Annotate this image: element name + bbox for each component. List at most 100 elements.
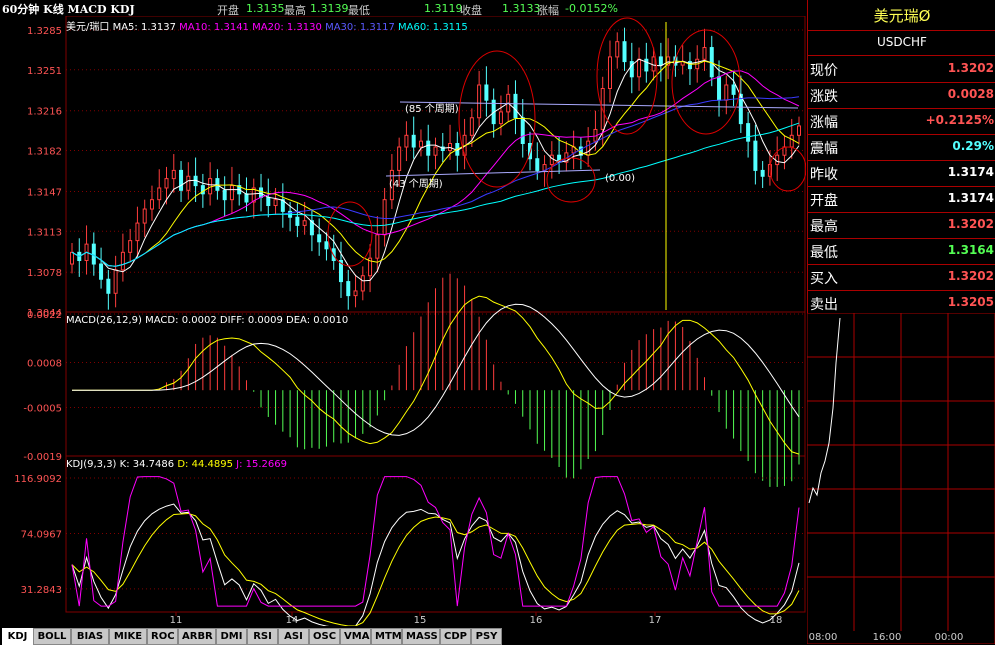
price-tick-label: 1.3182 (27, 147, 62, 158)
quote-panel: 美元瑞Ø USDCHF 现价 1.3202 涨跌 0.0028 涨幅 +0.2125% 震幅… (807, 0, 995, 317)
quote-row: 开盘 1.3174 (808, 186, 995, 213)
candle-body (520, 117, 525, 145)
tab-mass[interactable]: MASS (402, 628, 440, 645)
tab-asi[interactable]: ASI (278, 628, 309, 645)
quote-row-value: 0.29% (952, 139, 994, 153)
candle-body (702, 47, 707, 60)
macd-panel-title: MACD(26,12,9) (66, 315, 142, 326)
candle-body (637, 58, 642, 78)
candle-body (615, 41, 620, 58)
legend-diff-name: DIFF (219, 315, 242, 326)
candle-body (99, 263, 104, 280)
quote-row-value: 1.3174 (947, 165, 994, 179)
candle-body (753, 140, 758, 171)
stat-high-value: 1.3139 (310, 2, 349, 15)
quote-row-value: 1.3202 (947, 61, 994, 75)
quote-header: 美元瑞Ø (808, 0, 995, 31)
legend-ma60-name: MA60 (398, 22, 427, 33)
stat-change-value: -0.0152% (565, 2, 618, 15)
candle-body (651, 56, 656, 72)
quote-row-value: +0.2125% (925, 113, 994, 127)
macd-tick-label: 0.0008 (27, 358, 62, 369)
candle-body (346, 281, 351, 297)
tab-mtm[interactable]: MTM (371, 628, 402, 645)
candle-body (411, 134, 416, 148)
quote-row-label: 最高 (810, 219, 838, 235)
quote-row-label: 最低 (810, 245, 838, 261)
tab-boll[interactable]: BOLL (33, 628, 71, 645)
tab-osc[interactable]: OSC (309, 628, 340, 645)
candle-body (302, 220, 307, 226)
tab-mike[interactable]: MIKE (109, 628, 147, 645)
candle-body (397, 146, 402, 171)
candle-body (404, 134, 409, 148)
quote-row-label: 买入 (810, 271, 838, 287)
candle-body (782, 146, 787, 156)
price-panel-title: 美元/瑞口 (66, 22, 110, 33)
quote-row-value: 1.3202 (947, 217, 994, 231)
tab-roc[interactable]: ROC (147, 628, 178, 645)
quote-row: 昨收 1.3174 (808, 160, 995, 187)
kdj-tick-label: 116.9092 (14, 474, 62, 485)
candle-body (375, 234, 380, 259)
legend-macd-name: MACD (145, 315, 176, 326)
annotation-text: (43 个周期) (389, 178, 443, 190)
tab-psy[interactable]: PSY (471, 628, 502, 645)
tab-bias[interactable]: BIAS (71, 628, 109, 645)
intraday-time-label: 16:00 (873, 632, 902, 643)
legend-ma5-name: MA5 (112, 22, 135, 33)
x-tick-label: 17 (649, 615, 662, 626)
candle-body (382, 199, 387, 236)
candle-body (120, 251, 125, 271)
tab-arbr[interactable]: ARBR (178, 628, 216, 645)
candle-body (324, 241, 329, 250)
candle-body (229, 185, 234, 201)
candle-body (549, 154, 554, 166)
legend-ma5-value: 1.3137 (140, 22, 176, 33)
candle-body (208, 178, 213, 195)
candle-body (775, 154, 780, 166)
chart-title: 60分钟 K线 MACD KDJ (2, 3, 135, 16)
candle-body (797, 125, 801, 136)
legend-ma10-name: MA10 (179, 22, 208, 33)
tab-kdj[interactable]: KDJ (2, 628, 33, 645)
legend-d-value: 44.4895 (191, 459, 233, 470)
legend-ma20-value: 1.3130 (286, 22, 322, 33)
legend-ma30-value: 1.3117 (359, 22, 395, 33)
kdj-tick-label: 31.2843 (21, 585, 62, 596)
candle-body (157, 187, 162, 201)
quote-symbol: USDCHF (877, 35, 927, 49)
candle-body (498, 111, 503, 125)
tab-rsi[interactable]: RSI (247, 628, 278, 645)
annotation-text: (85 个周期) (405, 103, 459, 115)
quote-row-label: 涨跌 (810, 89, 838, 105)
tab-cdp[interactable]: CDP (440, 628, 471, 645)
candle-body (418, 140, 423, 148)
candle-body (273, 199, 278, 207)
candle-body (295, 216, 300, 226)
legend-ma10-value: 1.3141 (213, 22, 249, 33)
candle-body (760, 169, 765, 177)
price-tick-label: 1.3113 (27, 227, 62, 238)
candle-body (426, 140, 431, 156)
tab-dmi[interactable]: DMI (216, 628, 247, 645)
quote-row: 最高 1.3202 (808, 212, 995, 239)
stat-close-value: 1.3133 (502, 2, 541, 15)
candle-body (259, 187, 264, 198)
candle-body (724, 84, 729, 101)
quote-symbol-row: USDCHF (808, 31, 995, 56)
candle-body (644, 58, 649, 72)
quote-row-value: 1.3205 (947, 295, 994, 309)
price-tick-label: 1.3078 (27, 268, 62, 279)
macd-tick-label: 0.0022 (27, 310, 62, 321)
candle-body (513, 93, 518, 119)
candle-body (142, 208, 147, 224)
candle-body (149, 199, 154, 210)
quote-row: 震幅 0.29% (808, 134, 995, 161)
intraday-chart[interactable]: 08:00 16:00 00:00 (807, 313, 995, 644)
quote-row-label: 开盘 (810, 193, 838, 209)
candle-body (658, 56, 663, 66)
price-tick-label: 1.3147 (27, 187, 62, 198)
quote-title: 美元瑞Ø (873, 7, 931, 25)
tab-vma[interactable]: VMA (340, 628, 371, 645)
